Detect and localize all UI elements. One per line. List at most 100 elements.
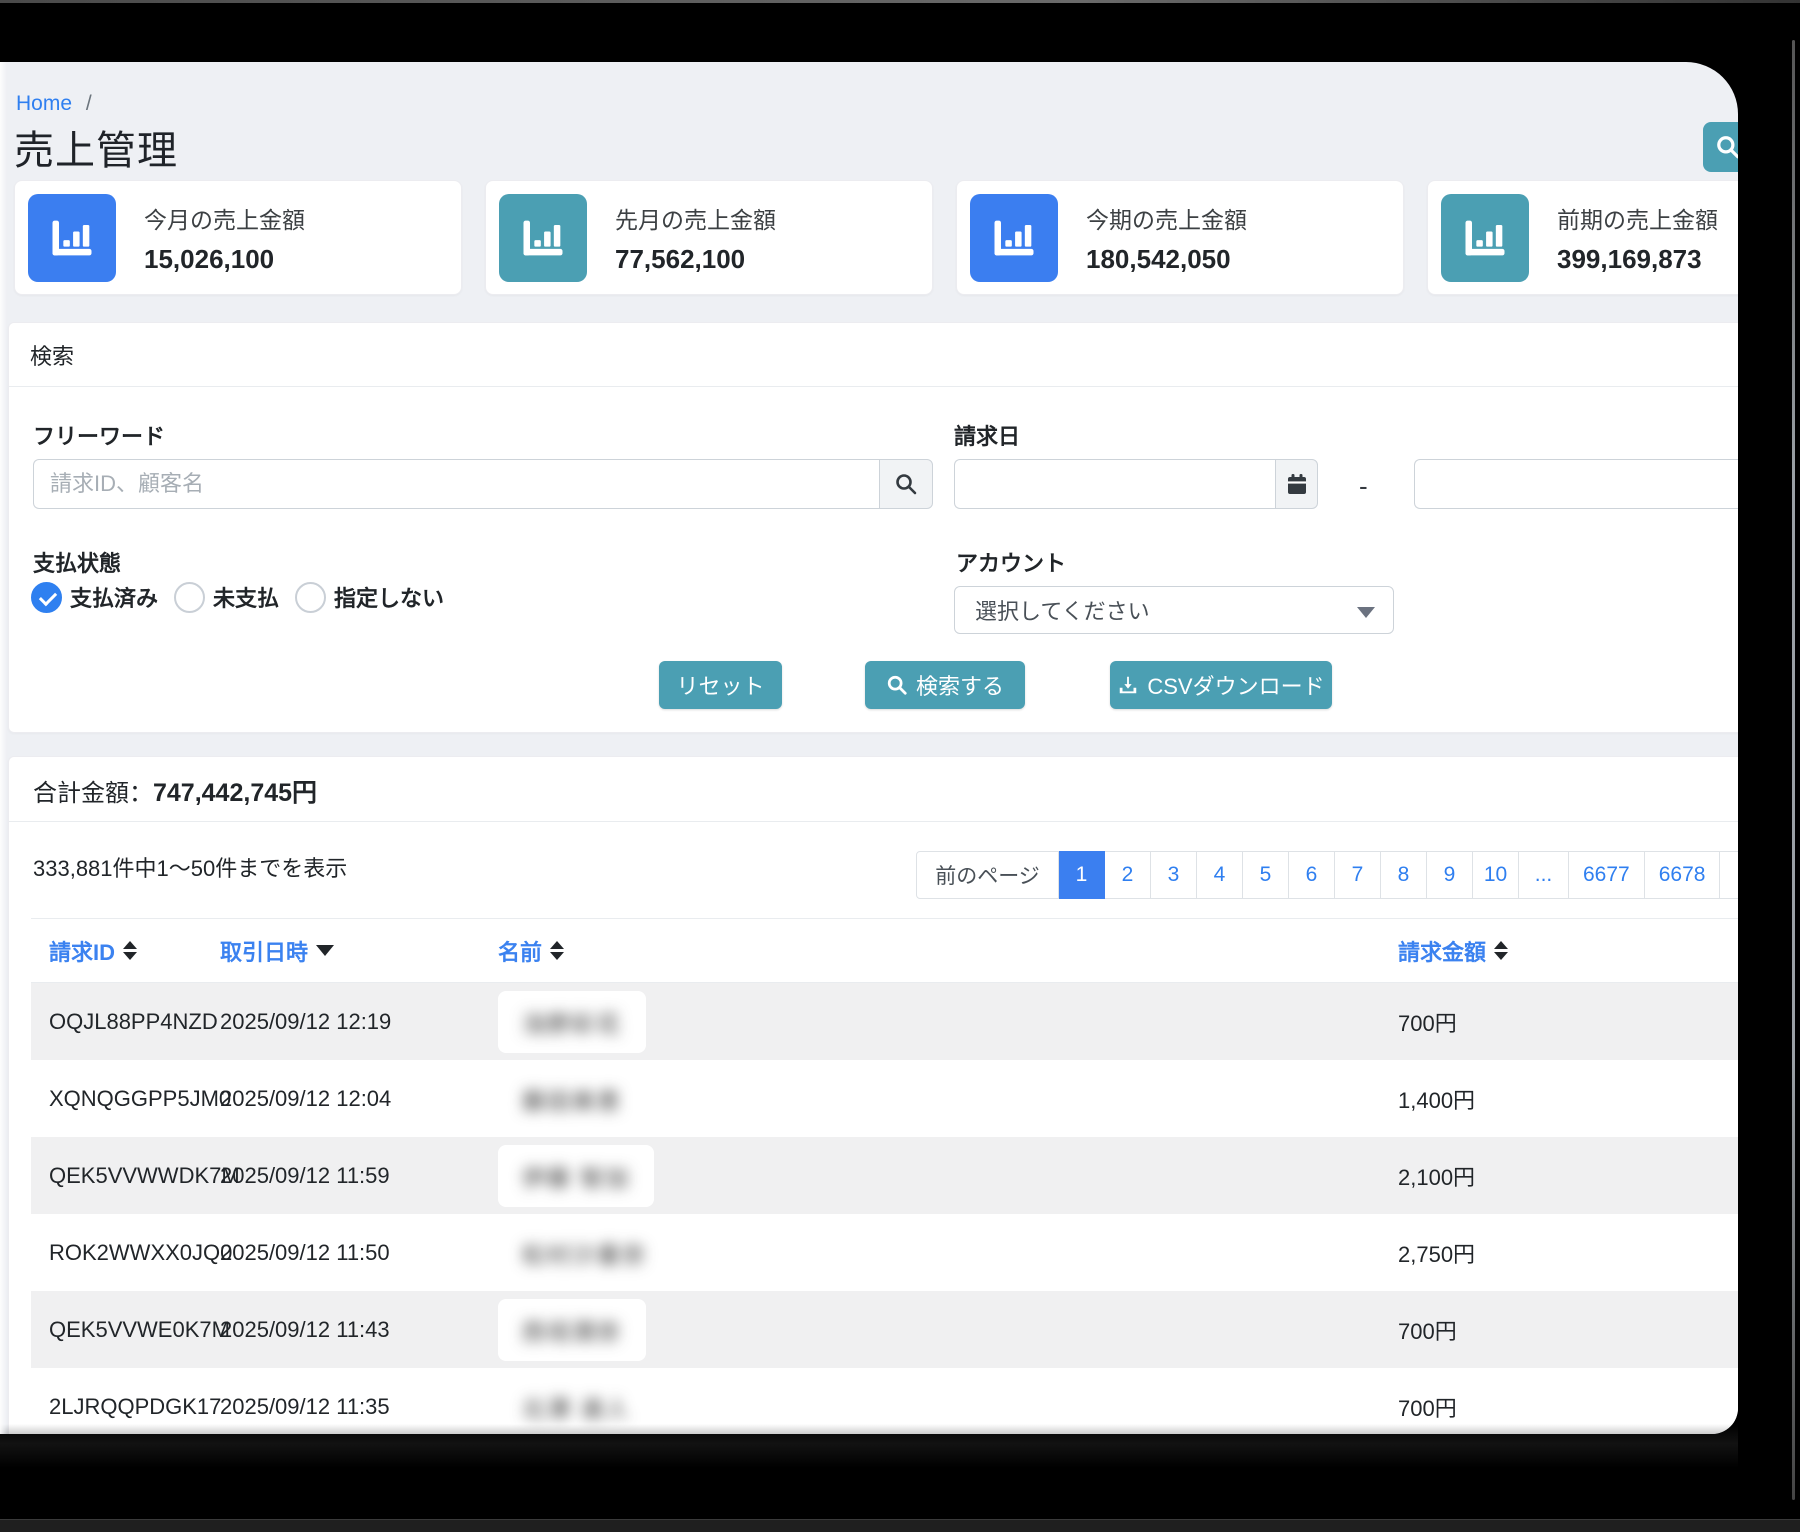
bar-chart-icon [28,194,116,282]
table-header-label: 取引日時 [220,935,308,967]
invoice-amount-cell: 2,100円 [1398,1160,1738,1192]
tablet-device-frame: Home / 売上管理 今月の売上金額15,026,100先月の売上金額77,5… [0,0,1800,1532]
invoice-amount-cell: 700円 [1398,1314,1738,1346]
pagination-page-6678[interactable]: 6678 [1645,851,1721,899]
pagination-next[interactable]: 次 [1720,851,1738,899]
search-button-label: 検索する [916,669,1004,701]
payment-status-option-label: 未支払 [213,581,279,613]
pagination-page-6[interactable]: 6 [1289,851,1335,899]
payment-status-option[interactable]: 支払済み [31,581,158,613]
table-header-cell[interactable]: 請求ID [49,935,220,967]
table-row[interactable]: 2LJRQQPDGK172025/09/12 11:35北澤 達人700円 [31,1368,1738,1434]
table-row[interactable]: OQJL88PP4NZD2025/09/12 12:19浅野彩花700円 [31,983,1738,1060]
breadcrumb-home-link[interactable]: Home [16,92,72,115]
table-header-cell[interactable]: 名前 [498,935,1398,967]
chevron-down-icon [1357,607,1375,618]
total-amount-value: 747,442,745円 [153,779,317,807]
csv-download-button[interactable]: CSVダウンロード [1110,661,1332,709]
calendar-icon [1285,472,1309,496]
pagination-page-6677[interactable]: 6677 [1569,851,1645,899]
bar-chart-icon [1441,194,1529,282]
reset-button-label: リセット [676,669,764,701]
pagination: 前のページ12345678910...66776678次 [916,851,1738,899]
blurred-customer-name: 伊藤 智加 [498,1145,654,1207]
invoice-id-cell: OQJL88PP4NZD [31,1009,220,1035]
account-label: アカウント [956,546,1066,578]
device-bottom-edge [0,1519,1800,1532]
pagination-page-8[interactable]: 8 [1381,851,1427,899]
table-header-label: 請求ID [49,935,115,967]
payment-status-option-label: 支払済み [70,581,158,613]
pagination-page-10[interactable]: 10 [1473,851,1519,899]
screen-left-edge-highlight [0,62,7,1434]
table-row[interactable]: XQNQGGPP5JM02025/09/12 12:04藤田美恵1,400円 [31,1060,1738,1137]
table-header-label: 請求金額 [1398,935,1486,967]
billing-date-to-input[interactable] [1414,459,1738,509]
reset-button[interactable]: リセット [659,661,782,709]
blurred-customer-name: 浅野彩花 [498,991,646,1053]
table-row[interactable]: QEK5VVWWDK7M2025/09/12 11:59伊藤 智加2,100円 [31,1137,1738,1214]
blurred-customer-name: 松村沙重奈 [498,1222,671,1284]
pagination-page-7[interactable]: 7 [1335,851,1381,899]
stat-card: 今期の売上金額 180,542,050 [956,180,1404,295]
filter-panel-header: 検索 [9,323,1738,387]
pagination-page-4[interactable]: 4 [1197,851,1243,899]
quick-search-button[interactable] [1703,122,1738,172]
radio-unchecked-icon[interactable] [295,582,326,613]
payment-status-label: 支払状態 [33,546,121,578]
results-panel: 合計金額：747,442,745円 333,881件中1〜50件までを表示 前の… [8,756,1738,1434]
table-header-cell[interactable]: 請求金額 [1398,935,1738,967]
download-icon [1117,674,1139,696]
stat-card-value: 180,542,050 [1086,244,1247,275]
billing-date-to-group [1414,459,1738,509]
customer-name-cell: 伊藤 智加 [498,1145,1398,1207]
invoice-id-cell: QEK5VVWWDK7M [31,1163,220,1189]
pagination-page-9[interactable]: 9 [1427,851,1473,899]
payment-status-option-label: 指定しない [334,581,444,613]
table-header-label: 名前 [498,935,542,967]
radio-unchecked-icon[interactable] [174,582,205,613]
pagination-page-5[interactable]: 5 [1243,851,1289,899]
sort-both-icon [550,941,564,960]
search-button[interactable]: 検索する [865,661,1025,709]
invoice-table: 請求ID 取引日時 名前 請求金額 OQJL88PP4NZD2025/09/12 12… [31,918,1738,1434]
customer-name-cell: 藤田美恵 [498,1068,1398,1130]
device-top-edge [0,0,1800,3]
pagination-page-3[interactable]: 3 [1151,851,1197,899]
page-title: 売上管理 [14,118,178,176]
sort-both-icon [123,941,137,960]
payment-status-option[interactable]: 未支払 [174,581,279,613]
freeword-input-group [33,459,933,509]
blurred-customer-name: 西垣潤奈 [498,1299,646,1361]
search-icon [1715,134,1738,160]
total-amount-label: 合計金額： [33,780,153,807]
payment-status-option[interactable]: 指定しない [295,581,444,613]
breadcrumb-separator: / [86,92,92,115]
stat-card-label: 今月の売上金額 [144,201,305,235]
billing-date-from-addon[interactable] [1275,459,1318,509]
pagination-page-1[interactable]: 1 [1059,851,1105,899]
invoice-id-cell: 2LJRQQPDGK17 [31,1394,220,1420]
stat-card: 前期の売上金額399,169,873 [1427,180,1738,295]
customer-name-cell: 西垣潤奈 [498,1299,1398,1361]
bar-chart-icon [970,194,1058,282]
billing-date-from-input[interactable] [954,459,1275,509]
stat-card-label: 今期の売上金額 [1086,201,1247,235]
transaction-datetime-cell: 2025/09/12 11:35 [220,1394,498,1420]
freeword-input[interactable] [33,459,879,509]
freeword-label: フリーワード [33,419,165,451]
table-row[interactable]: ROK2WWXX0JQ02025/09/12 11:50松村沙重奈2,750円 [31,1214,1738,1291]
pagination-page-2[interactable]: 2 [1105,851,1151,899]
radio-checked-icon[interactable] [31,582,62,613]
table-header-cell[interactable]: 取引日時 [220,935,498,967]
table-row[interactable]: QEK5VVWE0K7M2025/09/12 11:43西垣潤奈700円 [31,1291,1738,1368]
invoice-id-cell: XQNQGGPP5JM0 [31,1086,220,1112]
csv-download-button-label: CSVダウンロード [1147,669,1324,701]
billing-date-label: 請求日 [954,419,1020,451]
stat-card-value: 15,026,100 [144,244,305,275]
freeword-search-addon[interactable] [879,459,933,509]
pagination-prev[interactable]: 前のページ [916,851,1059,899]
table-body: OQJL88PP4NZD2025/09/12 12:19浅野彩花700円XQNQ… [31,983,1738,1434]
account-select[interactable]: 選択してください [954,586,1394,634]
transaction-datetime-cell: 2025/09/12 11:50 [220,1240,498,1266]
